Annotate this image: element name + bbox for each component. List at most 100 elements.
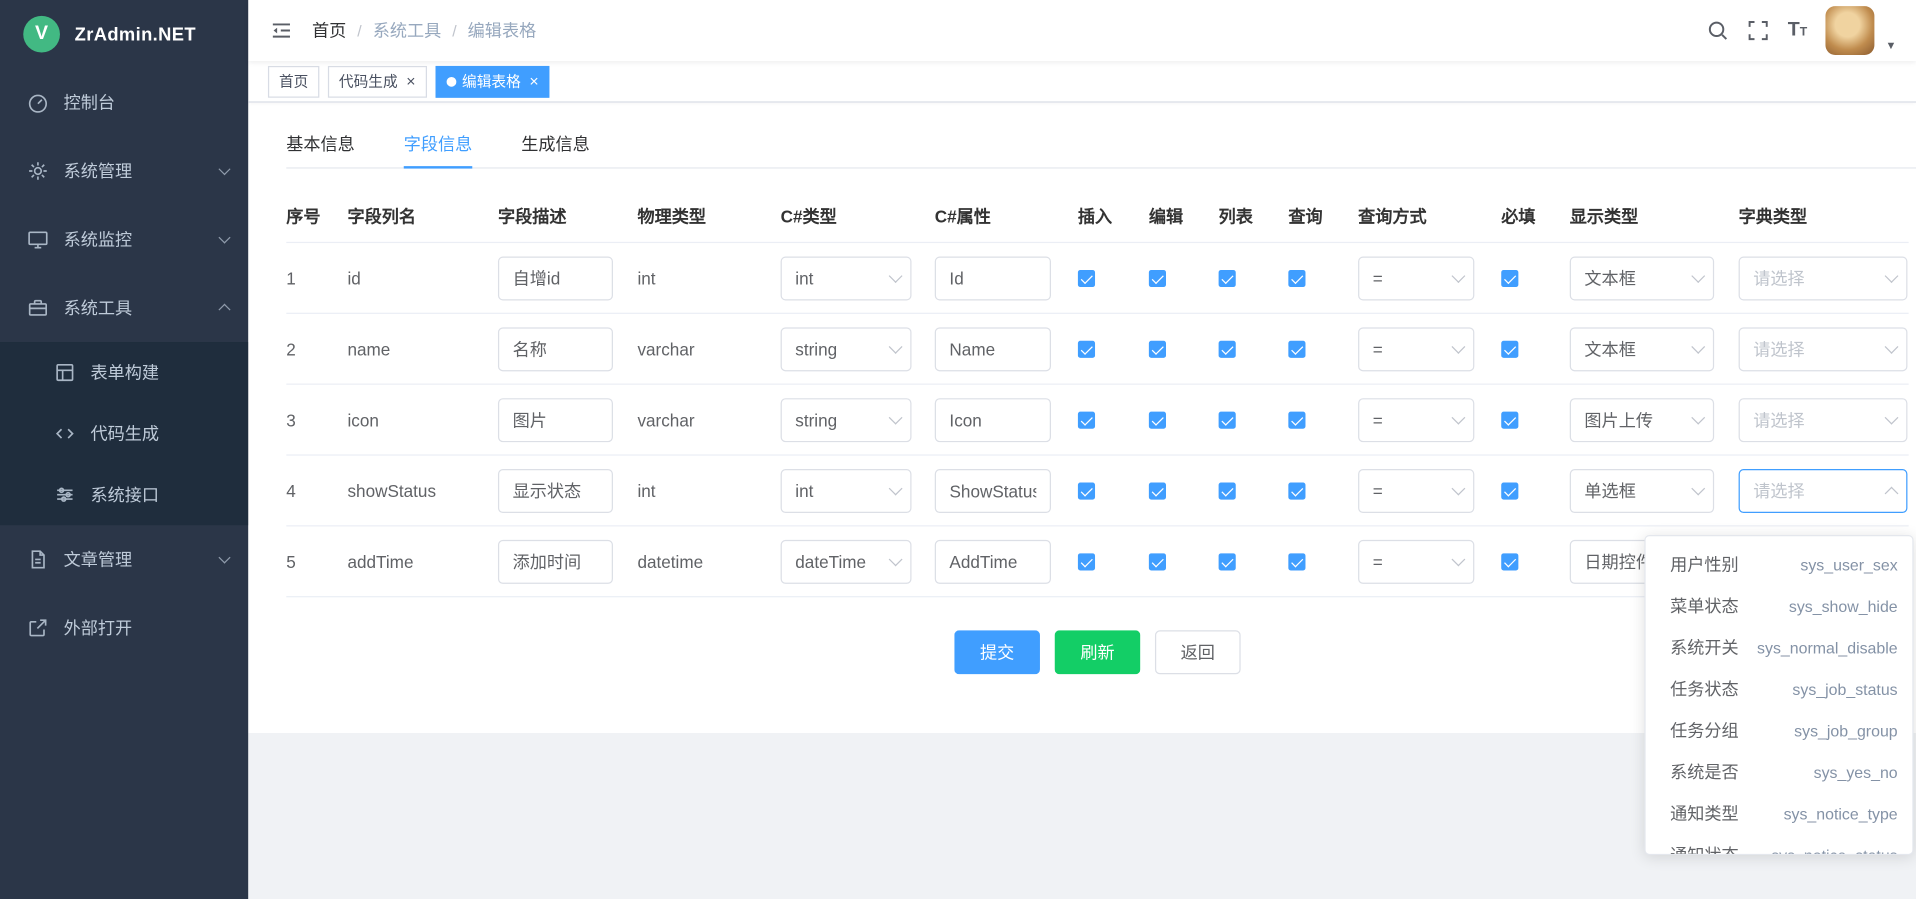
- query-mode-select[interactable]: =: [1358, 256, 1474, 300]
- sidebar-item-code-generator[interactable]: 代码生成: [0, 403, 248, 464]
- query-checkbox[interactable]: [1288, 269, 1305, 286]
- sidebar-item-system-api[interactable]: 系统接口: [0, 464, 248, 525]
- required-checkbox[interactable]: [1501, 411, 1518, 428]
- display-type-select[interactable]: 文本框: [1570, 327, 1714, 371]
- insert-checkbox[interactable]: [1078, 411, 1095, 428]
- display-type-select[interactable]: 单选框: [1570, 468, 1714, 512]
- dict-option-normal-disable[interactable]: 系统开关 sys_normal_disable: [1646, 627, 1913, 669]
- display-type-select[interactable]: 文本框: [1570, 256, 1714, 300]
- csharp-property-input[interactable]: [935, 468, 1051, 512]
- query-checkbox[interactable]: [1288, 553, 1305, 570]
- column-header: 序号: [286, 203, 347, 227]
- sidebar-item-system-tools[interactable]: 系统工具: [0, 274, 248, 342]
- list-checkbox[interactable]: [1219, 553, 1236, 570]
- description-input[interactable]: [498, 468, 613, 512]
- edit-checkbox[interactable]: [1149, 482, 1166, 499]
- insert-checkbox[interactable]: [1078, 340, 1095, 357]
- dict-option-notice-type[interactable]: 通知类型 sys_notice_type: [1646, 793, 1913, 835]
- refresh-button[interactable]: 刷新: [1055, 630, 1141, 674]
- table-row: 4 showStatus int int = 单选框 请选择: [286, 456, 1908, 527]
- font-size-icon[interactable]: TT: [1788, 21, 1807, 41]
- dict-option-user-sex[interactable]: 用户性别 sys_user_sex: [1646, 544, 1913, 586]
- edit-checkbox[interactable]: [1149, 553, 1166, 570]
- cell-column-name: icon: [347, 410, 497, 430]
- dict-type-select[interactable]: 请选择: [1739, 327, 1908, 371]
- insert-checkbox[interactable]: [1078, 269, 1095, 286]
- required-checkbox[interactable]: [1501, 482, 1518, 499]
- select-value: =: [1373, 268, 1383, 288]
- csharp-property-input[interactable]: [935, 398, 1051, 442]
- sidebar-item-external-open[interactable]: 外部打开: [0, 594, 248, 662]
- display-type-select[interactable]: 图片上传: [1570, 398, 1714, 442]
- submit-button[interactable]: 提交: [954, 630, 1040, 674]
- csharp-property-input[interactable]: [935, 327, 1051, 371]
- dict-option-job-status[interactable]: 任务状态 sys_job_status: [1646, 668, 1913, 710]
- query-mode-select[interactable]: =: [1358, 327, 1474, 371]
- query-checkbox[interactable]: [1288, 482, 1305, 499]
- csharp-type-select[interactable]: dateTime: [781, 539, 912, 583]
- sidebar-item-article-manage[interactable]: 文章管理: [0, 525, 248, 593]
- sidebar-item-system-manage[interactable]: 系统管理: [0, 137, 248, 205]
- app-logo[interactable]: V ZrAdmin.NET: [0, 0, 248, 68]
- csharp-type-select[interactable]: int: [781, 468, 912, 512]
- query-mode-select[interactable]: =: [1358, 468, 1474, 512]
- dict-option-yes-no[interactable]: 系统是否 sys_yes_no: [1646, 751, 1913, 793]
- tag-edit-table-active[interactable]: 编辑表格 ×: [435, 65, 550, 97]
- required-checkbox[interactable]: [1501, 269, 1518, 286]
- csharp-type-select[interactable]: int: [781, 256, 912, 300]
- user-menu-caret-icon[interactable]: ▼: [1886, 39, 1897, 55]
- tab-field-info[interactable]: 字段信息: [404, 120, 473, 168]
- description-input[interactable]: [498, 398, 613, 442]
- dict-option-notice-status[interactable]: 通知状态 sys_notice_status: [1646, 834, 1913, 855]
- column-header: 插入: [1078, 203, 1149, 227]
- chevron-down-icon: [1691, 410, 1705, 424]
- tag-home[interactable]: 首页: [268, 65, 319, 97]
- query-mode-select[interactable]: =: [1358, 398, 1474, 442]
- list-checkbox[interactable]: [1219, 482, 1236, 499]
- menu-fold-icon[interactable]: [270, 20, 292, 42]
- user-avatar[interactable]: [1826, 6, 1875, 55]
- dict-option-value: sys_show_hide: [1789, 597, 1898, 615]
- description-input[interactable]: [498, 539, 613, 583]
- dict-type-select[interactable]: 请选择: [1739, 256, 1908, 300]
- search-icon[interactable]: [1707, 20, 1729, 42]
- query-checkbox[interactable]: [1288, 340, 1305, 357]
- dict-option-show-hide[interactable]: 菜单状态 sys_show_hide: [1646, 585, 1913, 627]
- sidebar-item-dashboard[interactable]: 控制台: [0, 68, 248, 136]
- query-mode-select[interactable]: =: [1358, 539, 1474, 583]
- edit-checkbox[interactable]: [1149, 269, 1166, 286]
- csharp-property-input[interactable]: [935, 539, 1051, 583]
- description-input[interactable]: [498, 327, 613, 371]
- csharp-type-select[interactable]: string: [781, 327, 912, 371]
- dict-type-select-open[interactable]: 请选择: [1739, 468, 1908, 512]
- close-icon[interactable]: ×: [406, 73, 415, 89]
- fullscreen-icon[interactable]: [1747, 20, 1769, 42]
- tab-generate-info[interactable]: 生成信息: [521, 120, 590, 168]
- breadcrumb-home[interactable]: 首页: [312, 18, 346, 42]
- sidebar-item-system-monitor[interactable]: 系统监控: [0, 205, 248, 273]
- insert-checkbox[interactable]: [1078, 482, 1095, 499]
- edit-checkbox[interactable]: [1149, 340, 1166, 357]
- csharp-property-input[interactable]: [935, 256, 1051, 300]
- list-checkbox[interactable]: [1219, 340, 1236, 357]
- column-header: 必填: [1501, 203, 1570, 227]
- insert-checkbox[interactable]: [1078, 553, 1095, 570]
- edit-checkbox[interactable]: [1149, 411, 1166, 428]
- list-checkbox[interactable]: [1219, 411, 1236, 428]
- cell-column-name: showStatus: [347, 481, 497, 501]
- description-input[interactable]: [498, 256, 613, 300]
- dict-type-select[interactable]: 请选择: [1739, 398, 1908, 442]
- chevron-down-icon: [1885, 339, 1899, 353]
- sidebar-item-label: 文章管理: [64, 547, 221, 571]
- query-checkbox[interactable]: [1288, 411, 1305, 428]
- tag-code-generator[interactable]: 代码生成 ×: [328, 65, 427, 97]
- back-button[interactable]: 返回: [1155, 630, 1241, 674]
- required-checkbox[interactable]: [1501, 553, 1518, 570]
- sidebar-item-form-builder[interactable]: 表单构建: [0, 342, 248, 403]
- close-icon[interactable]: ×: [529, 73, 538, 89]
- dict-option-job-group[interactable]: 任务分组 sys_job_group: [1646, 710, 1913, 752]
- tab-basic-info[interactable]: 基本信息: [286, 120, 355, 168]
- list-checkbox[interactable]: [1219, 269, 1236, 286]
- required-checkbox[interactable]: [1501, 340, 1518, 357]
- csharp-type-select[interactable]: string: [781, 398, 912, 442]
